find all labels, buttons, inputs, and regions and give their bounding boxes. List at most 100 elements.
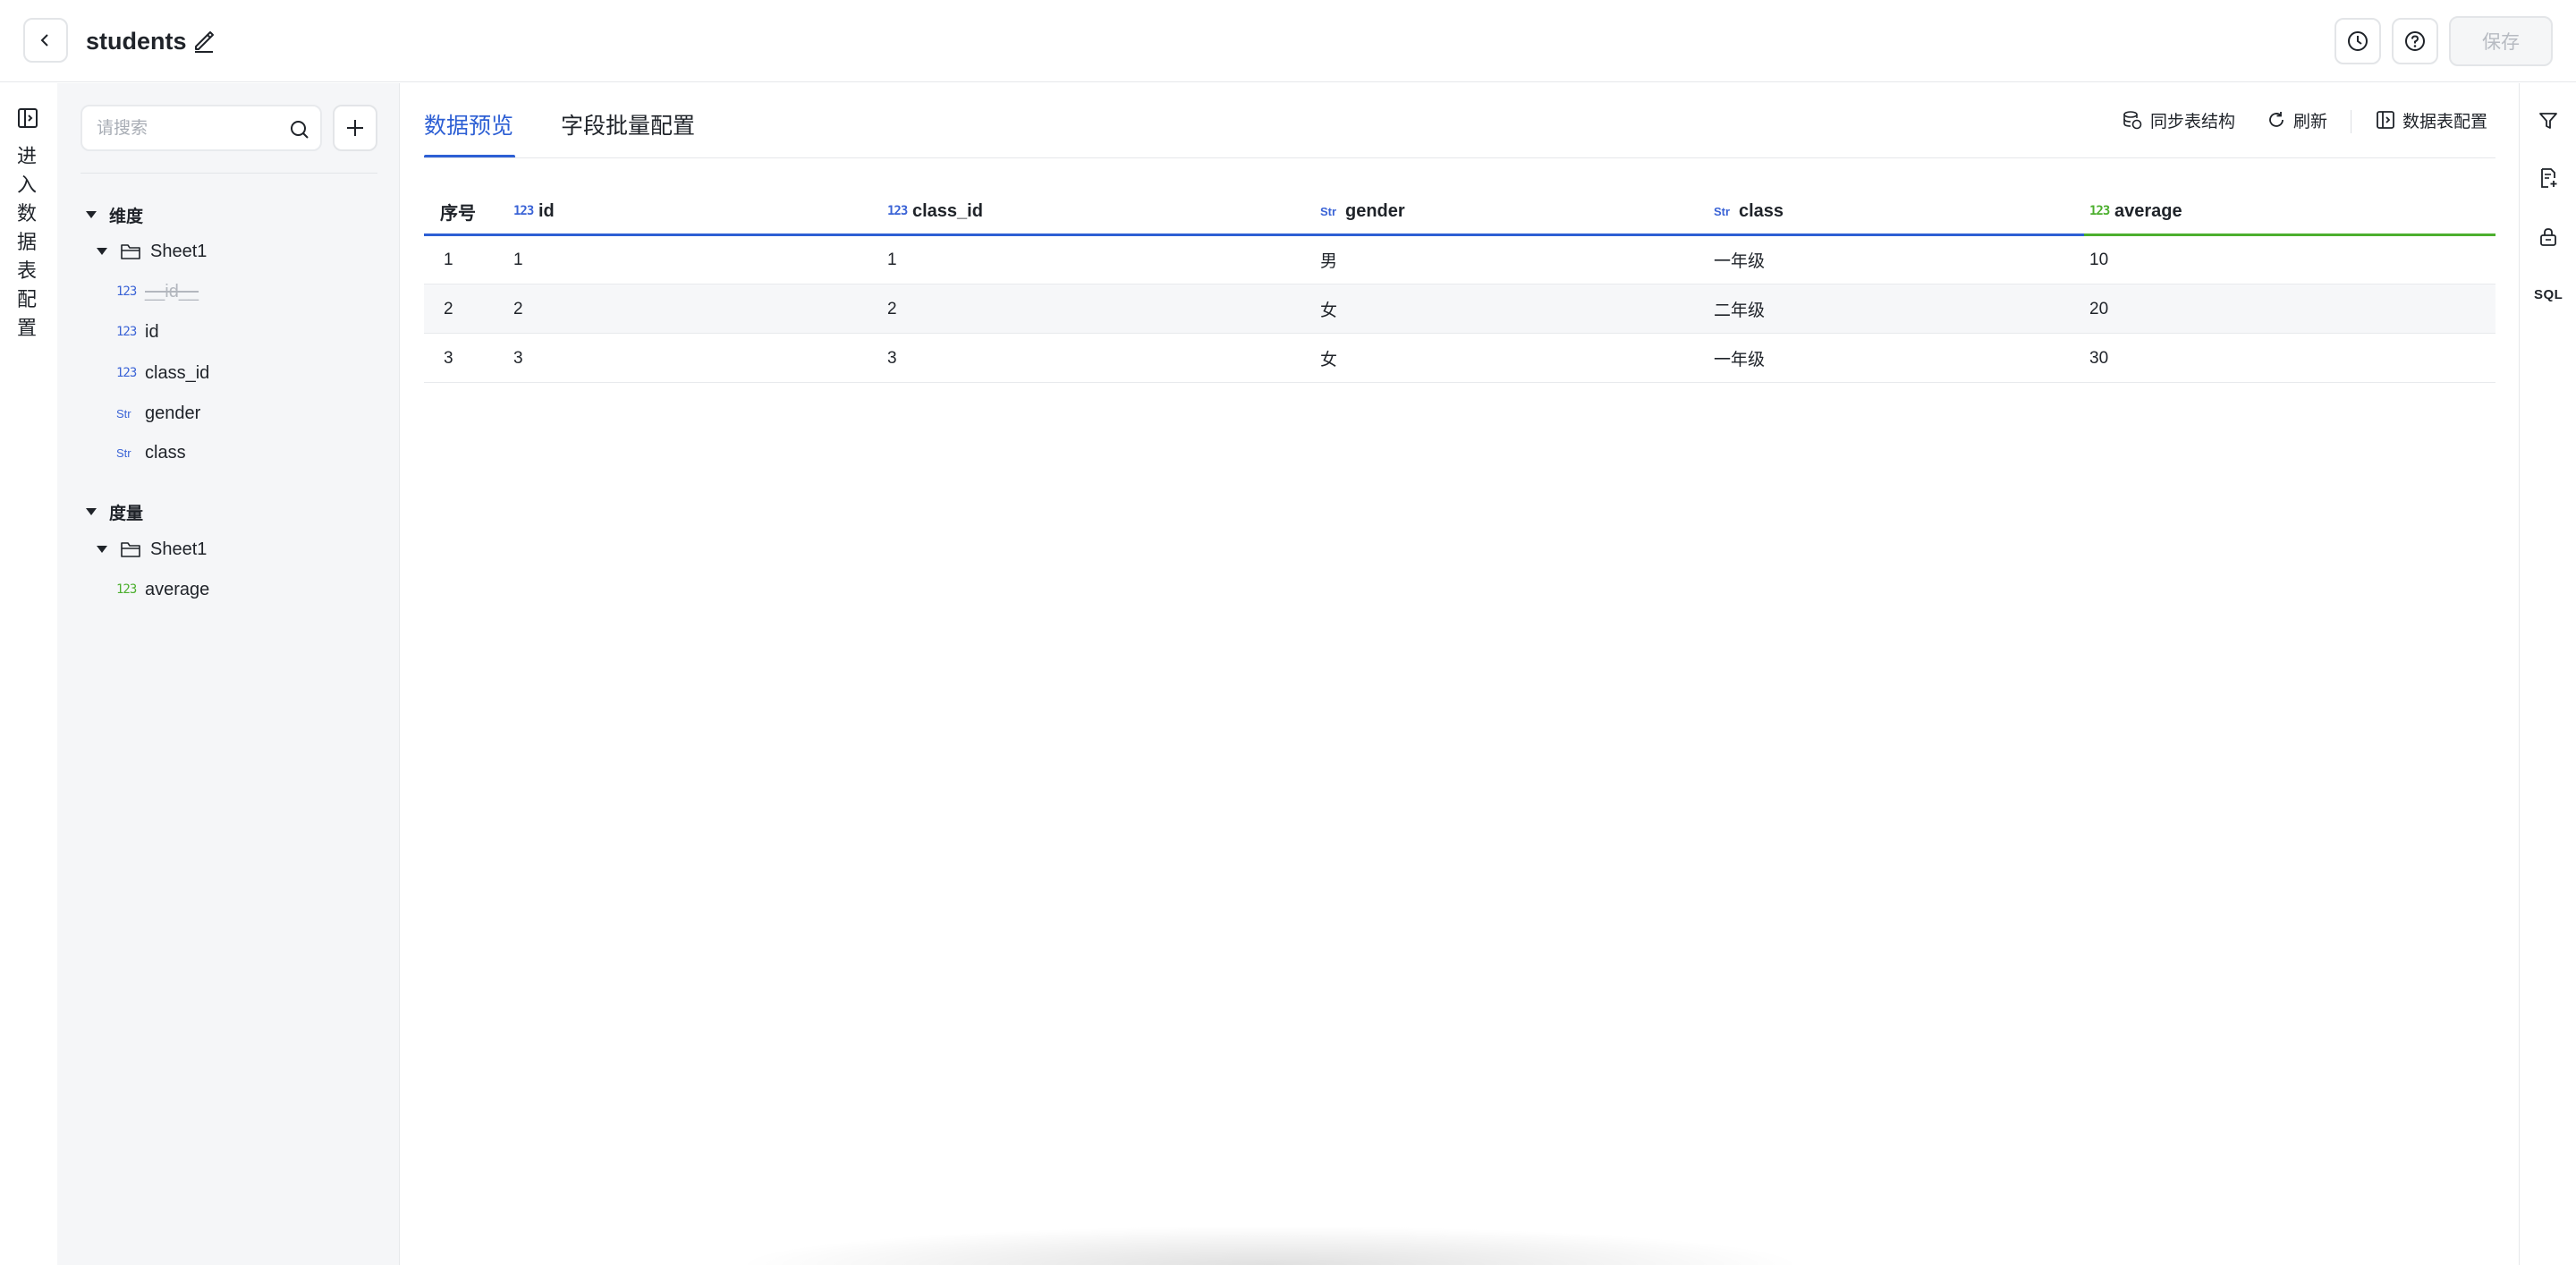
table-cell: 男: [1320, 252, 1338, 271]
string-type-icon: Str: [1714, 204, 1731, 218]
number-type-icon: 123: [887, 204, 908, 218]
table-row: 1 1 1 男 一年级 10: [424, 235, 2496, 284]
table-cell: 1: [887, 250, 897, 269]
tab-batch-field-config[interactable]: 字段批量配置: [561, 110, 695, 142]
history-icon: [2348, 31, 2368, 51]
help-icon: [2405, 31, 2425, 51]
field-item[interactable]: Str gender: [116, 399, 200, 428]
sync-icon: [2123, 111, 2142, 130]
folder-icon: [121, 244, 140, 259]
save-button[interactable]: 保存: [2449, 16, 2553, 66]
measure-sheet[interactable]: Sheet1: [97, 535, 207, 564]
table-cell: 10: [2089, 250, 2109, 269]
panel-icon[interactable]: [16, 106, 39, 130]
lock-icon[interactable]: [2538, 226, 2559, 248]
column-header-class[interactable]: Str class: [1714, 187, 1784, 235]
add-field-button[interactable]: [333, 105, 377, 151]
enter-table-config-label[interactable]: 进入数据表配置: [17, 142, 40, 343]
filter-icon[interactable]: [2538, 110, 2559, 132]
caret-down-icon: [97, 248, 107, 255]
field-label: class_id: [145, 362, 210, 383]
string-type-icon: Str: [116, 446, 131, 460]
number-type-icon: 123: [116, 582, 137, 597]
table-cell: 女: [1320, 301, 1338, 320]
number-type-icon: 123: [116, 325, 137, 339]
column-header-id[interactable]: 123 id: [513, 187, 555, 235]
field-label: __id__: [145, 281, 199, 301]
dimension-sheet[interactable]: Sheet1: [97, 237, 207, 266]
field-item[interactable]: 123 id: [116, 318, 159, 346]
bottom-shadow: [733, 1226, 1807, 1265]
table-cell: 2: [513, 299, 523, 318]
number-type-icon: 123: [2089, 204, 2110, 218]
history-button[interactable]: [2334, 18, 2381, 64]
measure-group[interactable]: 度量: [86, 497, 143, 526]
table-cell: 1: [444, 250, 453, 269]
header: students 保存: [0, 0, 2576, 82]
field-label: gender: [145, 403, 201, 423]
edit-icon[interactable]: [191, 29, 216, 54]
refresh-label: 刷新: [2293, 112, 2328, 132]
sync-schema-button[interactable]: 同步表结构: [2122, 106, 2235, 133]
table-cell: 2: [444, 299, 453, 318]
table-cell: 20: [2089, 299, 2109, 318]
add-doc-icon[interactable]: [2538, 167, 2559, 189]
panel-icon: [2377, 111, 2394, 129]
left-rail: 进入数据表配置: [0, 83, 57, 1265]
sheet-label: Sheet1: [150, 539, 208, 559]
column-header-index[interactable]: 序号: [440, 187, 476, 235]
sync-schema-label: 同步表结构: [2150, 112, 2236, 132]
column-header-gender[interactable]: Str gender: [1320, 187, 1405, 235]
table-config-button[interactable]: 数据表配置: [2376, 106, 2487, 133]
tab-data-preview[interactable]: 数据预览: [424, 110, 513, 142]
search-icon[interactable]: [288, 118, 311, 141]
string-type-icon: Str: [116, 406, 131, 420]
field-label: id: [145, 321, 159, 342]
plus-icon: [347, 120, 363, 136]
dimension-group[interactable]: 维度: [86, 200, 143, 229]
chevron-left-icon: [40, 34, 48, 47]
column-header-average[interactable]: 123 average: [2089, 187, 2182, 235]
table-cell: 一年级: [1714, 252, 1766, 271]
column-header-label: gender: [1345, 200, 1405, 221]
right-rail: SQL: [2519, 83, 2576, 1265]
table-cell: 一年级: [1714, 351, 1766, 369]
folder-icon: [121, 542, 140, 557]
dimension-group-label: 维度: [109, 207, 144, 226]
table-cell: 30: [2089, 348, 2109, 368]
back-button[interactable]: [23, 18, 68, 63]
caret-down-icon: [86, 508, 97, 515]
table-cell: 3: [887, 348, 897, 368]
search-box: [80, 105, 322, 151]
column-header-label: id: [538, 200, 555, 221]
table-row: 3 3 3 女 一年级 30: [424, 334, 2496, 383]
caret-down-icon: [86, 211, 97, 218]
number-type-icon: 123: [116, 284, 137, 299]
field-item[interactable]: Str class: [116, 438, 186, 467]
field-label: class: [145, 442, 186, 463]
column-header-label: class: [1739, 200, 1784, 221]
caret-down-icon: [97, 546, 107, 553]
column-header-class-id[interactable]: 123 class_id: [887, 187, 983, 235]
table-cell: 1: [513, 250, 523, 269]
search-input[interactable]: [97, 117, 275, 140]
column-header-label: average: [2114, 200, 2182, 221]
number-type-icon: 123: [116, 366, 137, 380]
panel-divider: [80, 173, 377, 174]
field-item[interactable]: 123 average: [116, 575, 209, 604]
field-item[interactable]: 123 __id__: [116, 277, 199, 306]
table-cell: 女: [1320, 351, 1338, 369]
help-button[interactable]: [2392, 18, 2438, 64]
table-row: 2 2 2 女 二年级 20: [424, 284, 2496, 334]
column-header-label: class_id: [912, 200, 983, 221]
sql-button[interactable]: SQL: [2534, 287, 2563, 302]
table-cell: 2: [887, 299, 897, 318]
field-item[interactable]: 123 class_id: [116, 359, 209, 387]
refresh-button[interactable]: 刷新: [2267, 106, 2327, 133]
table-cell: 3: [444, 348, 453, 368]
number-type-icon: 123: [513, 204, 534, 218]
string-type-icon: Str: [1320, 204, 1337, 218]
data-preview-table: 序号 123 id 123 class_id Str gender Str cl…: [424, 187, 2496, 383]
table-cell: 3: [513, 348, 523, 368]
sheet-label: Sheet1: [150, 241, 208, 261]
